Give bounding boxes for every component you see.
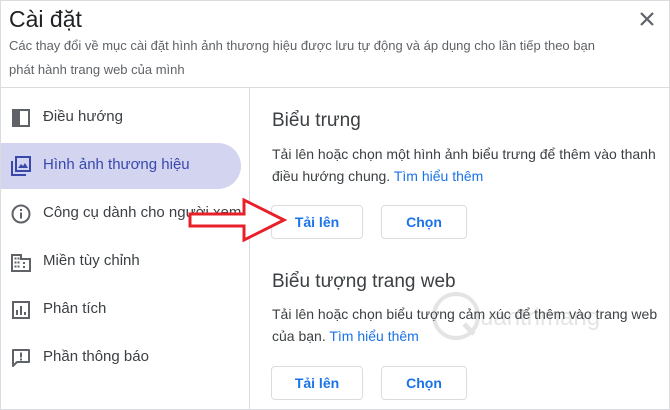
red-arrow-annotation [188,197,288,243]
sidebar-item-label: Hình ảnh thương hiệu [43,156,190,173]
logo-learn-more-link[interactable]: Tìm hiểu thêm [394,168,483,184]
watermark-logo-icon [432,292,480,340]
sidebar-item-label: Phần thông báo [43,348,149,365]
analytics-icon [12,301,30,319]
dialog-description: Các thay đổi về mục cài đặt hình ảnh thư… [9,38,595,77]
sidebar-item-label: Miền tùy chỉnh [43,252,140,269]
settings-content: Biểu trưng Tải lên hoặc chọn một hình ản… [250,88,669,409]
logo-section-title: Biểu trưng [272,110,361,131]
watermark: uantrimang [420,288,660,344]
sidebar-item-navigation[interactable]: Điều hướng [1,95,241,141]
dialog-header: Cài đặt Các thay đổi về mục cài đặt hình… [1,1,669,88]
logo-choose-button[interactable]: Chọn [381,205,467,239]
branding-image-icon [11,156,31,176]
logo-section-text: Tải lên hoặc chọn một hình ảnh biểu trưn… [272,143,669,187]
sidebar-item-label: Phân tích [43,300,107,317]
sidebar-item-label: Điều hướng [43,108,123,125]
watermark-text: uantrimang [480,304,601,331]
info-icon [11,204,31,224]
settings-dialog: Cài đặt Các thay đổi về mục cài đặt hình… [0,0,670,410]
close-icon[interactable] [633,5,661,33]
domain-building-icon [11,254,31,272]
sidebar-item-announcement[interactable]: Phần thông báo [1,335,241,381]
navigation-panel-icon [12,109,30,127]
dialog-title: Cài đặt [9,6,82,32]
favicon-upload-button[interactable]: Tải lên [271,366,363,400]
announcement-icon [12,349,30,367]
sidebar-item-analytics[interactable]: Phân tích [1,287,241,333]
favicon-learn-more-link[interactable]: Tìm hiểu thêm [329,328,418,344]
favicon-choose-button[interactable]: Chọn [381,366,467,400]
sidebar-item-branding[interactable]: Hình ảnh thương hiệu [1,143,241,189]
